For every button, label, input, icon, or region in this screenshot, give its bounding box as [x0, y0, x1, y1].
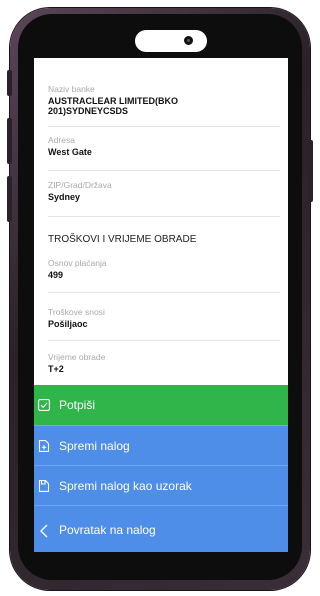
zip-city-country-value: Sydney	[48, 192, 81, 202]
payment-summary-screen: Naziv banke AUSTRACLEAR LIMITED(BKO 201)…	[34, 58, 288, 552]
processing-time-field: Vrijeme obrade T+2	[48, 352, 280, 374]
power-button	[308, 140, 313, 202]
costs-borne-label: Troškove snosi	[48, 307, 105, 317]
costs-borne-value: Pošiljaoc	[48, 319, 88, 329]
volume-down-button	[7, 176, 12, 222]
divider	[48, 126, 280, 127]
bank-name-value: AUSTRACLEAR LIMITED(BKO 201)SYDNEYCSDS	[48, 96, 280, 116]
template-icon	[38, 479, 50, 492]
bank-name-value-line1: AUSTRACLEAR LIMITED(BKO	[48, 96, 178, 106]
divider	[48, 216, 280, 217]
save-as-template-label: Spremi nalog kao uzorak	[59, 478, 192, 493]
save-file-icon	[38, 439, 50, 452]
costs-section-title: TROŠKOVI I VRIJEME OBRADE	[48, 234, 197, 245]
volume-up-button	[7, 118, 12, 164]
sign-icon	[38, 399, 50, 411]
bank-name-label: Naziv banke	[48, 84, 95, 94]
costs-borne-field: Troškove snosi Pošiljaoc	[48, 307, 280, 329]
zip-city-country-field: ZIP/Grad/Država Sydney	[48, 180, 280, 202]
notch	[135, 30, 207, 52]
camera-icon	[184, 36, 193, 45]
address-field: Adresa West Gate	[48, 135, 280, 157]
payment-basis-value: 499	[48, 270, 64, 280]
processing-time-value: T+2	[48, 364, 64, 374]
back-to-order-button[interactable]: Povratak na nalog	[34, 505, 288, 552]
payment-basis-label: Osnov plaćanja	[48, 258, 107, 268]
address-label: Adresa	[48, 135, 75, 145]
save-order-label: Spremi nalog	[59, 438, 130, 453]
divider	[48, 170, 280, 171]
volume-button	[7, 70, 12, 96]
zip-city-country-label: ZIP/Grad/Država	[48, 180, 112, 190]
save-order-button[interactable]: Spremi nalog	[34, 425, 288, 465]
back-to-order-label: Povratak na nalog	[59, 522, 156, 537]
sign-button[interactable]: Potpiši	[34, 385, 288, 425]
processing-time-label: Vrijeme obrade	[48, 352, 106, 362]
bank-name-field: Naziv banke AUSTRACLEAR LIMITED(BKO 201)…	[48, 84, 280, 116]
divider	[48, 340, 280, 341]
sign-label: Potpiši	[59, 398, 96, 412]
chevron-left-icon	[38, 524, 50, 537]
save-as-template-button[interactable]: Spremi nalog kao uzorak	[34, 465, 288, 505]
payment-basis-field: Osnov plaćanja 499	[48, 258, 280, 280]
divider	[48, 292, 280, 293]
address-value: West Gate	[48, 147, 92, 157]
bank-name-value-line2: 201)SYDNEYCSDS	[48, 106, 129, 116]
